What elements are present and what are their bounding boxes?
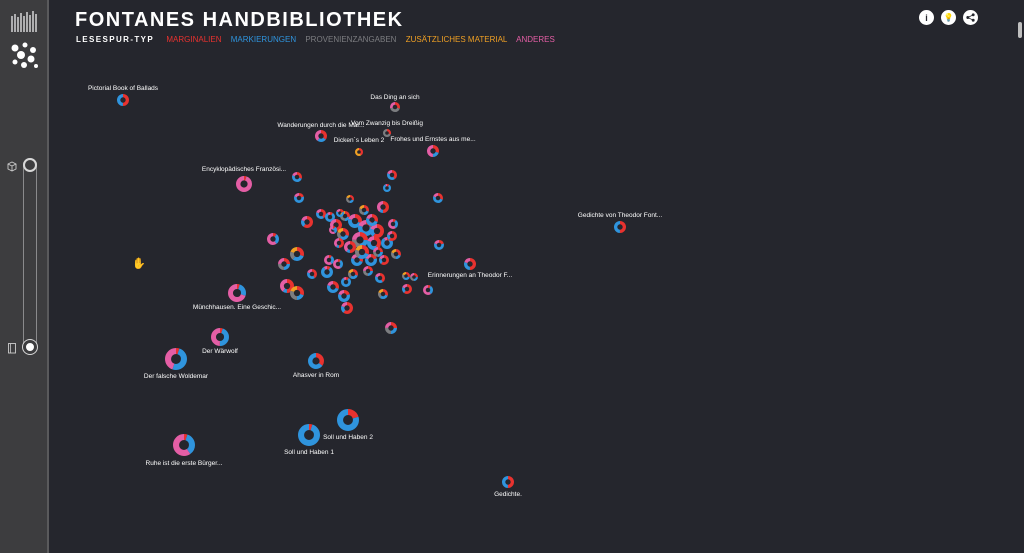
book-node-donut[interactable] bbox=[391, 249, 401, 259]
book-network[interactable]: Pictorial Book of Ballads Das Ding an sic… bbox=[49, 0, 1018, 553]
book-node-donut[interactable] bbox=[410, 272, 419, 281]
book-node-donut[interactable] bbox=[325, 212, 335, 222]
book-node-donut[interactable] bbox=[355, 147, 364, 156]
book-node-donut[interactable] bbox=[613, 220, 626, 233]
book-node-donut[interactable] bbox=[348, 269, 358, 279]
book-node-donut[interactable] bbox=[333, 259, 343, 269]
book-node-donut[interactable] bbox=[463, 258, 476, 271]
book-node-donut[interactable] bbox=[423, 285, 433, 295]
book-node-donut[interactable] bbox=[402, 284, 412, 294]
book-node-donut[interactable] bbox=[336, 228, 349, 241]
book-label[interactable]: Erinnerungen an Theodor F... bbox=[428, 272, 513, 279]
book-node-donut[interactable] bbox=[172, 433, 195, 456]
book-node-donut[interactable] bbox=[343, 241, 356, 254]
book-label[interactable]: Ruhe ist die erste Bürger... bbox=[146, 460, 223, 467]
book-node-donut[interactable] bbox=[363, 266, 373, 276]
book-node-donut[interactable] bbox=[346, 194, 355, 203]
scrollbar[interactable] bbox=[1018, 22, 1022, 38]
book-node-donut[interactable] bbox=[402, 271, 411, 280]
book-node-donut[interactable] bbox=[337, 290, 350, 303]
book-node-donut[interactable] bbox=[324, 255, 334, 265]
zoom-slider-track[interactable] bbox=[23, 158, 37, 352]
book-node-donut[interactable] bbox=[279, 278, 294, 293]
book-label[interactable]: Münchhausen. Eine Geschic... bbox=[193, 304, 281, 311]
book-node-donut[interactable] bbox=[355, 245, 370, 260]
book-node-donut[interactable] bbox=[320, 266, 333, 279]
book-node-donut[interactable] bbox=[290, 246, 305, 261]
book-node-donut[interactable] bbox=[235, 176, 252, 193]
book-node-donut[interactable] bbox=[228, 283, 247, 302]
book-node-donut[interactable] bbox=[351, 231, 368, 248]
book-node-donut[interactable] bbox=[364, 254, 377, 267]
network-view-icon[interactable] bbox=[9, 40, 39, 70]
book-node-donut[interactable] bbox=[367, 236, 382, 251]
book-node-donut[interactable] bbox=[307, 269, 317, 279]
book-node-donut[interactable] bbox=[501, 476, 514, 489]
book-node-donut[interactable] bbox=[379, 255, 389, 265]
book-node-donut[interactable] bbox=[336, 409, 359, 432]
book-node-donut[interactable] bbox=[348, 214, 363, 229]
book-node-donut[interactable] bbox=[117, 93, 130, 106]
book-label[interactable]: Soll und Haben 2 bbox=[323, 434, 373, 441]
book-node-donut[interactable] bbox=[390, 102, 400, 112]
book-node-donut[interactable] bbox=[375, 273, 385, 283]
book-icon bbox=[8, 343, 16, 354]
book-node-donut[interactable] bbox=[373, 247, 383, 257]
book-node-donut[interactable] bbox=[384, 322, 397, 335]
book-node-donut[interactable] bbox=[434, 240, 444, 250]
book-node-donut[interactable] bbox=[277, 258, 290, 271]
book-node-donut[interactable] bbox=[316, 209, 326, 219]
book-node-donut[interactable] bbox=[300, 216, 313, 229]
book-node-donut[interactable] bbox=[340, 302, 353, 315]
book-label[interactable]: Frohes und Ernstes aus me... bbox=[390, 136, 475, 143]
book-node-donut[interactable] bbox=[292, 172, 302, 182]
book-label[interactable]: Dicken´s Leben 2 bbox=[334, 137, 385, 144]
book-label[interactable]: Gedichte von Theodor Font... bbox=[578, 212, 663, 219]
book-node-donut[interactable] bbox=[383, 183, 392, 192]
book-label[interactable]: Encyklopädisches Französi... bbox=[202, 166, 286, 173]
book-label[interactable]: Gedichte. bbox=[494, 491, 522, 498]
book-label[interactable]: Das Ding an sich bbox=[370, 94, 420, 101]
book-node-donut[interactable] bbox=[376, 201, 389, 214]
book-node-donut[interactable] bbox=[378, 289, 388, 299]
book-label[interactable]: Pictorial Book of Ballads bbox=[88, 85, 159, 92]
book-node-donut[interactable] bbox=[314, 130, 327, 143]
book-node-donut[interactable] bbox=[336, 208, 345, 217]
book-node-donut[interactable] bbox=[211, 327, 230, 346]
book-node-donut[interactable] bbox=[365, 214, 378, 227]
book-node-donut[interactable] bbox=[308, 352, 325, 369]
book-node-donut[interactable] bbox=[387, 231, 397, 241]
book-node-donut[interactable] bbox=[359, 205, 369, 215]
book-node-donut[interactable] bbox=[387, 170, 397, 180]
cube-icon bbox=[7, 161, 17, 172]
book-node-donut[interactable] bbox=[266, 233, 279, 246]
book-node-donut[interactable] bbox=[289, 285, 304, 300]
book-node-donut[interactable] bbox=[334, 238, 344, 248]
book-node-donut[interactable] bbox=[383, 128, 392, 137]
library-logo-icon[interactable] bbox=[9, 8, 39, 34]
donut-segment bbox=[297, 424, 320, 447]
book-label[interactable]: Ahasver in Rom bbox=[293, 372, 339, 379]
book-node-donut[interactable] bbox=[433, 193, 443, 203]
book-label[interactable]: Soll und Haben 1 bbox=[284, 449, 334, 456]
book-node-donut[interactable] bbox=[297, 424, 320, 447]
book-node-donut[interactable] bbox=[341, 277, 351, 287]
zoom-slider-top-handle[interactable] bbox=[23, 158, 37, 172]
book-node-donut[interactable] bbox=[326, 281, 339, 294]
hand-cursor-icon: ✋ bbox=[132, 258, 146, 270]
book-node-donut[interactable] bbox=[164, 347, 187, 370]
book-node-donut[interactable] bbox=[294, 193, 304, 203]
book-label[interactable]: Der Wärwolf bbox=[202, 348, 238, 355]
zoom-slider-bottom-handle[interactable] bbox=[22, 339, 38, 355]
book-node-donut[interactable] bbox=[388, 219, 398, 229]
book-node-donut[interactable] bbox=[370, 224, 385, 239]
book-label[interactable]: Der falsche Woldemar bbox=[144, 373, 209, 380]
book-label[interactable]: Vom Zwanzig bis Dreißig bbox=[351, 120, 423, 127]
donut-segment bbox=[235, 176, 252, 193]
book-node-donut[interactable] bbox=[426, 145, 439, 158]
